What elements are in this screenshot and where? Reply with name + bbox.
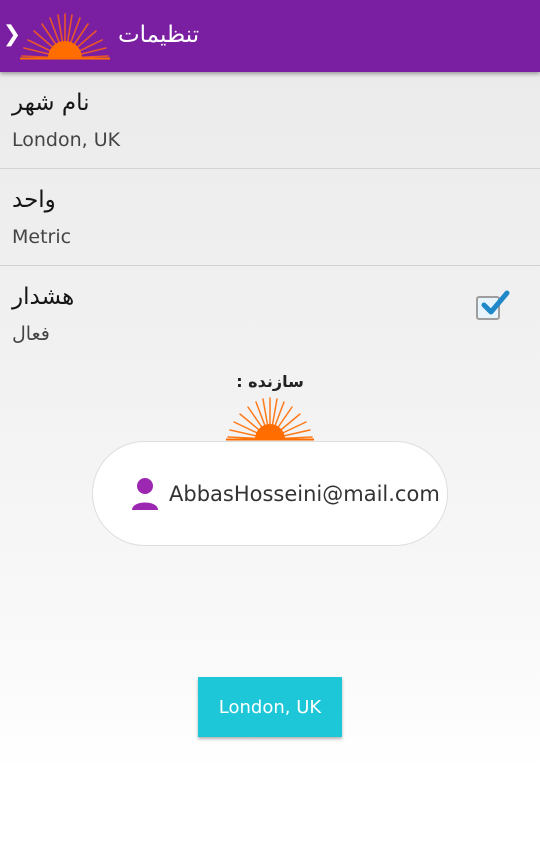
alert-checkbox[interactable]: [476, 290, 510, 320]
unit-summary: Metric: [12, 226, 72, 248]
city-preference[interactable]: نام شهر London, UK: [0, 72, 540, 168]
city-summary: London, UK: [12, 129, 121, 151]
alert-title: هشدار: [12, 284, 75, 310]
developer-email: AbbasHosseini@mail.com: [169, 482, 440, 506]
developer-label: سازنده :: [236, 372, 304, 391]
check-icon: [481, 290, 510, 315]
sun-logo-icon: [226, 397, 314, 441]
settings-content: نام شهر London, UK واحد Metric هشدار فعا…: [0, 72, 540, 772]
city-title: نام شهر: [12, 90, 90, 116]
person-icon: [132, 478, 158, 510]
app-bar: ❯ تنظیمات: [0, 0, 540, 72]
unit-preference[interactable]: واحد Metric: [0, 169, 540, 265]
unit-title: واحد: [12, 187, 56, 213]
alert-preference[interactable]: هشدار فعال: [0, 266, 540, 362]
alert-summary: فعال: [12, 323, 50, 345]
developer-email-card: AbbasHosseini@mail.com: [92, 441, 448, 546]
city-button[interactable]: London, UK: [198, 677, 342, 737]
chevron-icon[interactable]: ❯: [2, 20, 22, 50]
sun-logo-icon: [20, 13, 110, 60]
page-title: تنظیمات: [118, 22, 200, 48]
